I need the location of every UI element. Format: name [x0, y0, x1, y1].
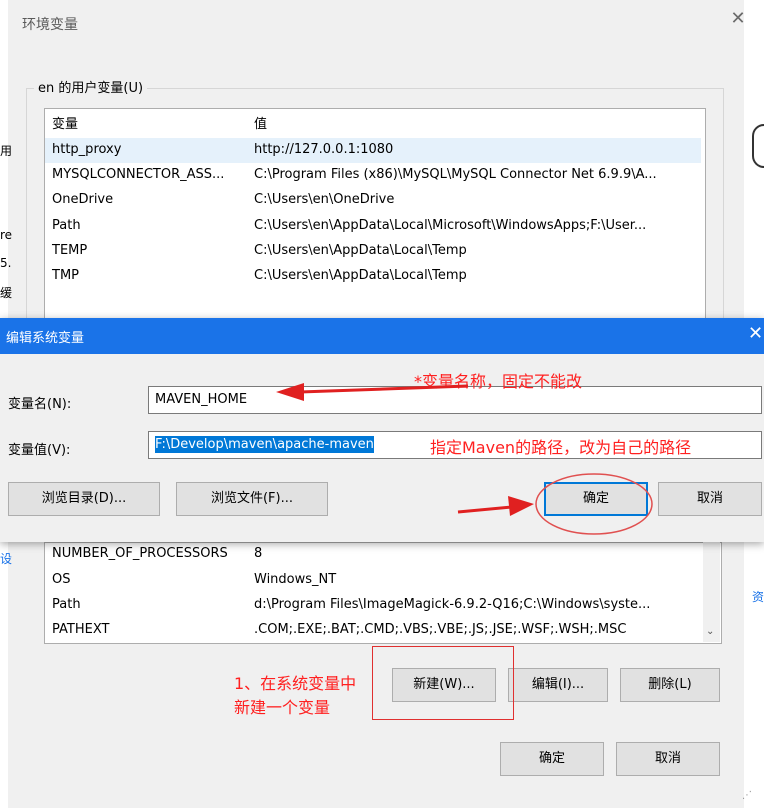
arrow-name [276, 383, 469, 401]
highlight-circle [535, 473, 653, 535]
annotation-overlay [276, 383, 653, 535]
arrow-ok [457, 496, 534, 516]
